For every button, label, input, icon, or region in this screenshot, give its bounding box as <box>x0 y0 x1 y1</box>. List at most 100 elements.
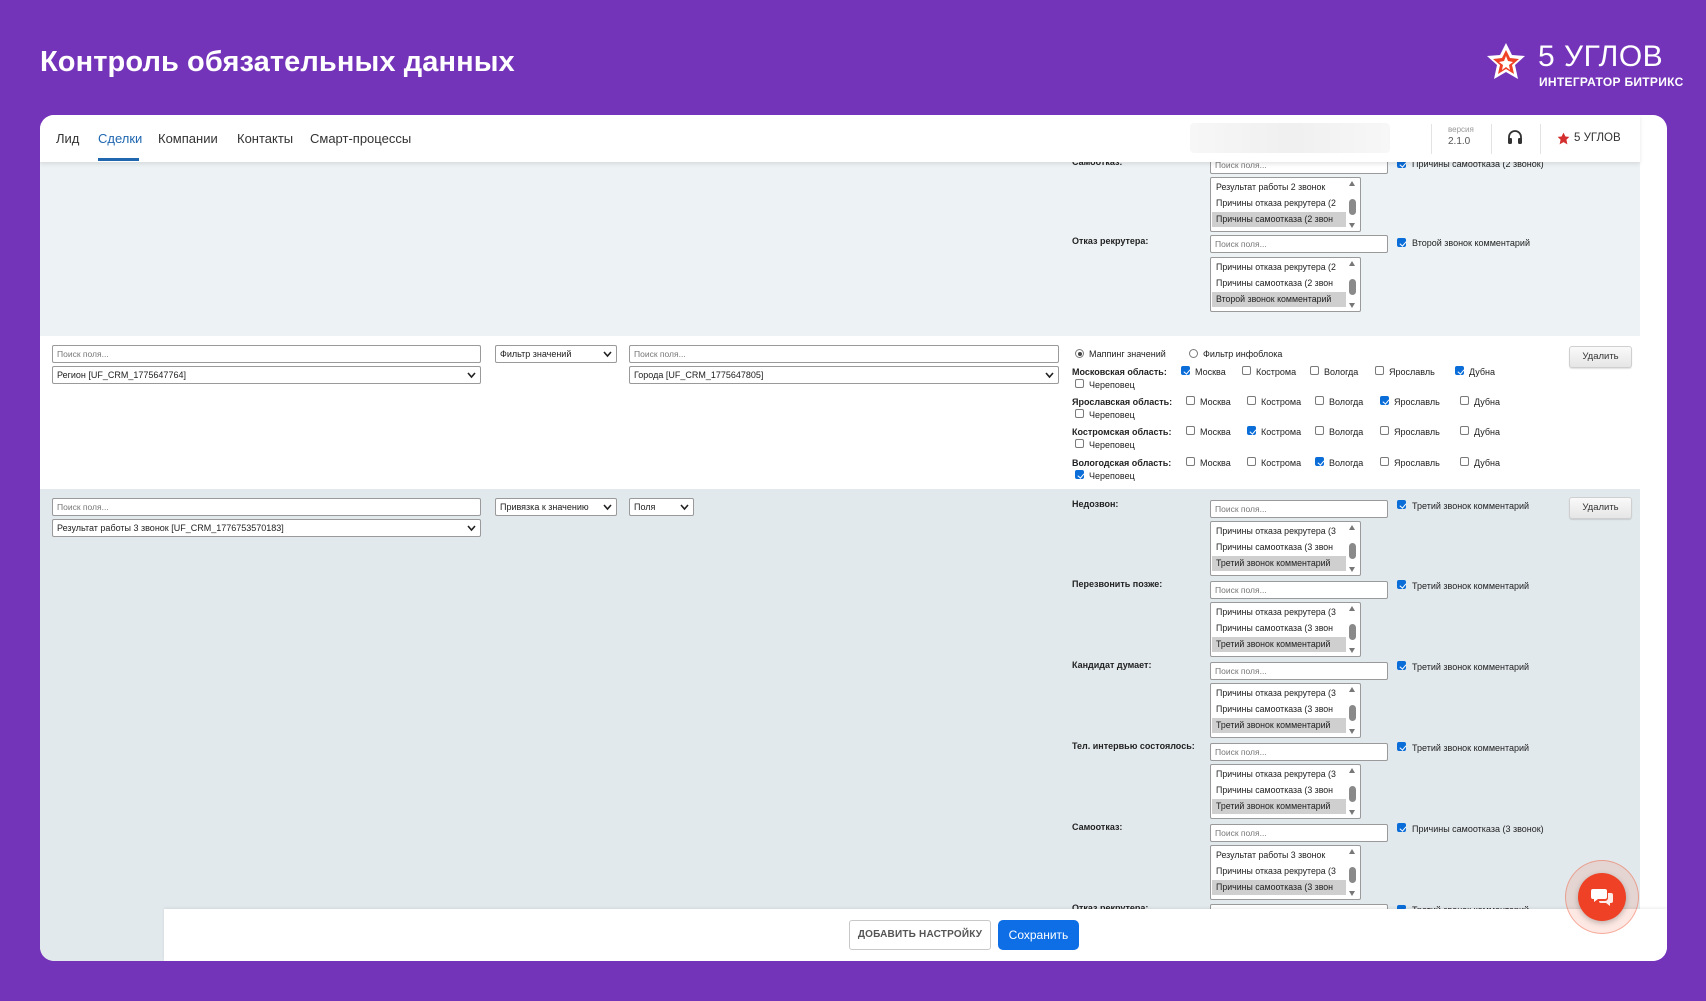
mapping-checkbox-label: Третий звонок комментарий <box>1412 743 1530 753</box>
listbox-option[interactable]: Причины отказа рекрутера (2 <box>1212 260 1346 275</box>
listbox-option[interactable]: Результат работы 3 звонок <box>1212 848 1346 863</box>
delete-rule-button[interactable]: Удалить <box>1569 346 1632 368</box>
value-checkbox[interactable] <box>1075 409 1084 418</box>
source-field-value: Результат работы 3 звонок [UF_CRM_177675… <box>57 523 284 533</box>
source-field-search[interactable]: Поиск поля... <box>52 345 481 363</box>
value-checkbox-label: Кострома <box>1256 367 1297 377</box>
value-checkbox[interactable] <box>1075 379 1084 388</box>
listbox-option[interactable]: Третий звонок комментарий <box>1212 637 1346 652</box>
listbox-option[interactable]: Третий звонок комментарий <box>1212 718 1346 733</box>
mapping-listbox[interactable]: Причины отказа рекрутера (3 Причины само… <box>1210 521 1361 576</box>
listbox-option[interactable]: Третий звонок комментарий <box>1212 556 1346 571</box>
listbox-option[interactable]: Причины самоотказа (3 звон <box>1212 880 1346 895</box>
mapping-search-input[interactable]: Поиск поля... <box>1210 662 1388 680</box>
listbox-option[interactable]: Третий звонок комментарий <box>1212 799 1346 814</box>
listbox-option[interactable]: Причины самоотказа (3 звон <box>1212 783 1346 798</box>
mapping-listbox[interactable]: Причины отказа рекрутера (3 Причины само… <box>1210 764 1361 819</box>
listbox-option[interactable]: Причины отказа рекрутера (2 <box>1212 196 1346 211</box>
listbox-option[interactable]: Причины отказа рекрутера (3 <box>1212 767 1346 782</box>
save-button[interactable]: Сохранить <box>998 920 1079 950</box>
value-checkbox[interactable] <box>1310 366 1319 375</box>
mapping-checkbox[interactable] <box>1397 238 1406 247</box>
mapping-listbox[interactable]: Причины отказа рекрутера (2 Причины само… <box>1210 257 1361 312</box>
listbox-option[interactable]: Причины самоотказа (3 звон <box>1212 702 1346 717</box>
tab-companies[interactable]: Компании <box>158 131 218 146</box>
value-checkbox[interactable] <box>1380 396 1389 405</box>
value-checkbox[interactable] <box>1315 396 1324 405</box>
support-brand-link[interactable]: 5 УГЛОВ <box>1557 129 1621 147</box>
tab-lead[interactable]: Лид <box>56 131 79 146</box>
listbox-scrollbar[interactable] <box>1346 685 1359 736</box>
mapping-search-input[interactable]: Поиск поля... <box>1210 235 1388 253</box>
listbox-option[interactable]: Причины отказа рекрутера (3 <box>1212 605 1346 620</box>
delete-rule-button[interactable]: Удалить <box>1569 497 1632 519</box>
target-field-select[interactable]: Города [UF_CRM_1775647805] <box>629 366 1059 384</box>
value-checkbox[interactable] <box>1375 366 1384 375</box>
value-checkbox-label: Ярославль <box>1389 367 1435 377</box>
listbox-option[interactable]: Причины отказа рекрутера (3 <box>1212 864 1346 879</box>
mapping-checkbox[interactable] <box>1397 500 1406 509</box>
chat-button[interactable] <box>1565 860 1639 934</box>
listbox-option[interactable]: Причины отказа рекрутера (3 <box>1212 686 1346 701</box>
tab-deals[interactable]: Сделки <box>98 131 142 146</box>
value-checkbox[interactable] <box>1075 470 1084 479</box>
mapping-search-input[interactable]: Поиск поля... <box>1210 500 1388 518</box>
target-field-search[interactable]: Поиск поля... <box>629 345 1059 363</box>
rule-mode-select[interactable]: Привязка к значению <box>495 498 617 516</box>
listbox-scrollbar[interactable] <box>1346 847 1359 898</box>
value-checkbox[interactable] <box>1186 396 1195 405</box>
value-checkbox[interactable] <box>1455 366 1464 375</box>
rule-mode-select[interactable]: Фильтр значений <box>495 345 617 363</box>
listbox-option[interactable]: Причины самоотказа (3 звон <box>1212 621 1346 636</box>
mapping-search-input[interactable]: Поиск поля... <box>1210 743 1388 761</box>
mapping-listbox[interactable]: Причины отказа рекрутера (3 Причины само… <box>1210 602 1361 657</box>
mapping-checkbox[interactable] <box>1397 580 1406 589</box>
infoblock-filter-radio[interactable] <box>1189 349 1198 358</box>
listbox-option[interactable]: Результат работы 2 звонок <box>1212 180 1346 195</box>
value-checkbox[interactable] <box>1186 457 1195 466</box>
source-field-select[interactable]: Результат работы 3 звонок [UF_CRM_177675… <box>52 519 481 537</box>
add-setting-button[interactable]: ДОБАВИТЬ НАСТРОЙКУ <box>849 920 991 950</box>
listbox-option[interactable]: Причины самоотказа (3 звон <box>1212 540 1346 555</box>
source-field-select[interactable]: Регион [UF_CRM_1775647764] <box>52 366 481 384</box>
mapping-listbox[interactable]: Причины отказа рекрутера (3 Причины само… <box>1210 683 1361 738</box>
mapping-checkbox[interactable] <box>1397 742 1406 751</box>
value-checkbox[interactable] <box>1181 366 1190 375</box>
mapping-checkbox[interactable] <box>1397 661 1406 670</box>
value-checkbox[interactable] <box>1075 439 1084 448</box>
value-checkbox-label: Череповец <box>1089 380 1135 390</box>
tab-contacts[interactable]: Контакты <box>237 131 293 146</box>
listbox-option[interactable]: Второй звонок комментарий <box>1212 292 1346 307</box>
mapping-mode-radio[interactable] <box>1075 349 1084 358</box>
mapping-search-input[interactable]: Поиск поля... <box>1210 581 1388 599</box>
value-checkbox[interactable] <box>1315 457 1324 466</box>
value-checkbox[interactable] <box>1247 457 1256 466</box>
value-checkbox[interactable] <box>1460 426 1469 435</box>
headset-icon[interactable] <box>1506 129 1524 147</box>
value-checkbox[interactable] <box>1315 426 1324 435</box>
listbox-scrollbar[interactable] <box>1346 179 1359 230</box>
value-checkbox[interactable] <box>1460 396 1469 405</box>
value-checkbox[interactable] <box>1242 366 1251 375</box>
mapping-listbox[interactable]: Результат работы 3 звонок Причины отказа… <box>1210 845 1361 900</box>
listbox-option[interactable]: Причины самоотказа (2 звон <box>1212 212 1346 227</box>
mapping-search-input[interactable]: Поиск поля... <box>1210 824 1388 842</box>
mapping-checkbox[interactable] <box>1397 823 1406 832</box>
listbox-scrollbar[interactable] <box>1346 766 1359 817</box>
listbox-option[interactable]: Причины отказа рекрутера (3 <box>1212 524 1346 539</box>
listbox-scrollbar[interactable] <box>1346 259 1359 310</box>
value-checkbox[interactable] <box>1186 426 1195 435</box>
value-checkbox[interactable] <box>1380 457 1389 466</box>
value-checkbox[interactable] <box>1247 396 1256 405</box>
listbox-scrollbar[interactable] <box>1346 604 1359 655</box>
mapping-listbox[interactable]: Результат работы 2 звонок Причины отказа… <box>1210 177 1361 232</box>
value-checkbox[interactable] <box>1247 426 1256 435</box>
listbox-option[interactable]: Причины самоотказа (2 звон <box>1212 276 1346 291</box>
source-field-search[interactable]: Поиск поля... <box>52 498 481 516</box>
chevron-down-icon <box>1045 372 1054 379</box>
value-checkbox[interactable] <box>1380 426 1389 435</box>
target-type-select[interactable]: Поля <box>629 498 694 516</box>
value-checkbox[interactable] <box>1460 457 1469 466</box>
tab-smart-processes[interactable]: Смарт-процессы <box>310 131 411 146</box>
listbox-scrollbar[interactable] <box>1346 523 1359 574</box>
